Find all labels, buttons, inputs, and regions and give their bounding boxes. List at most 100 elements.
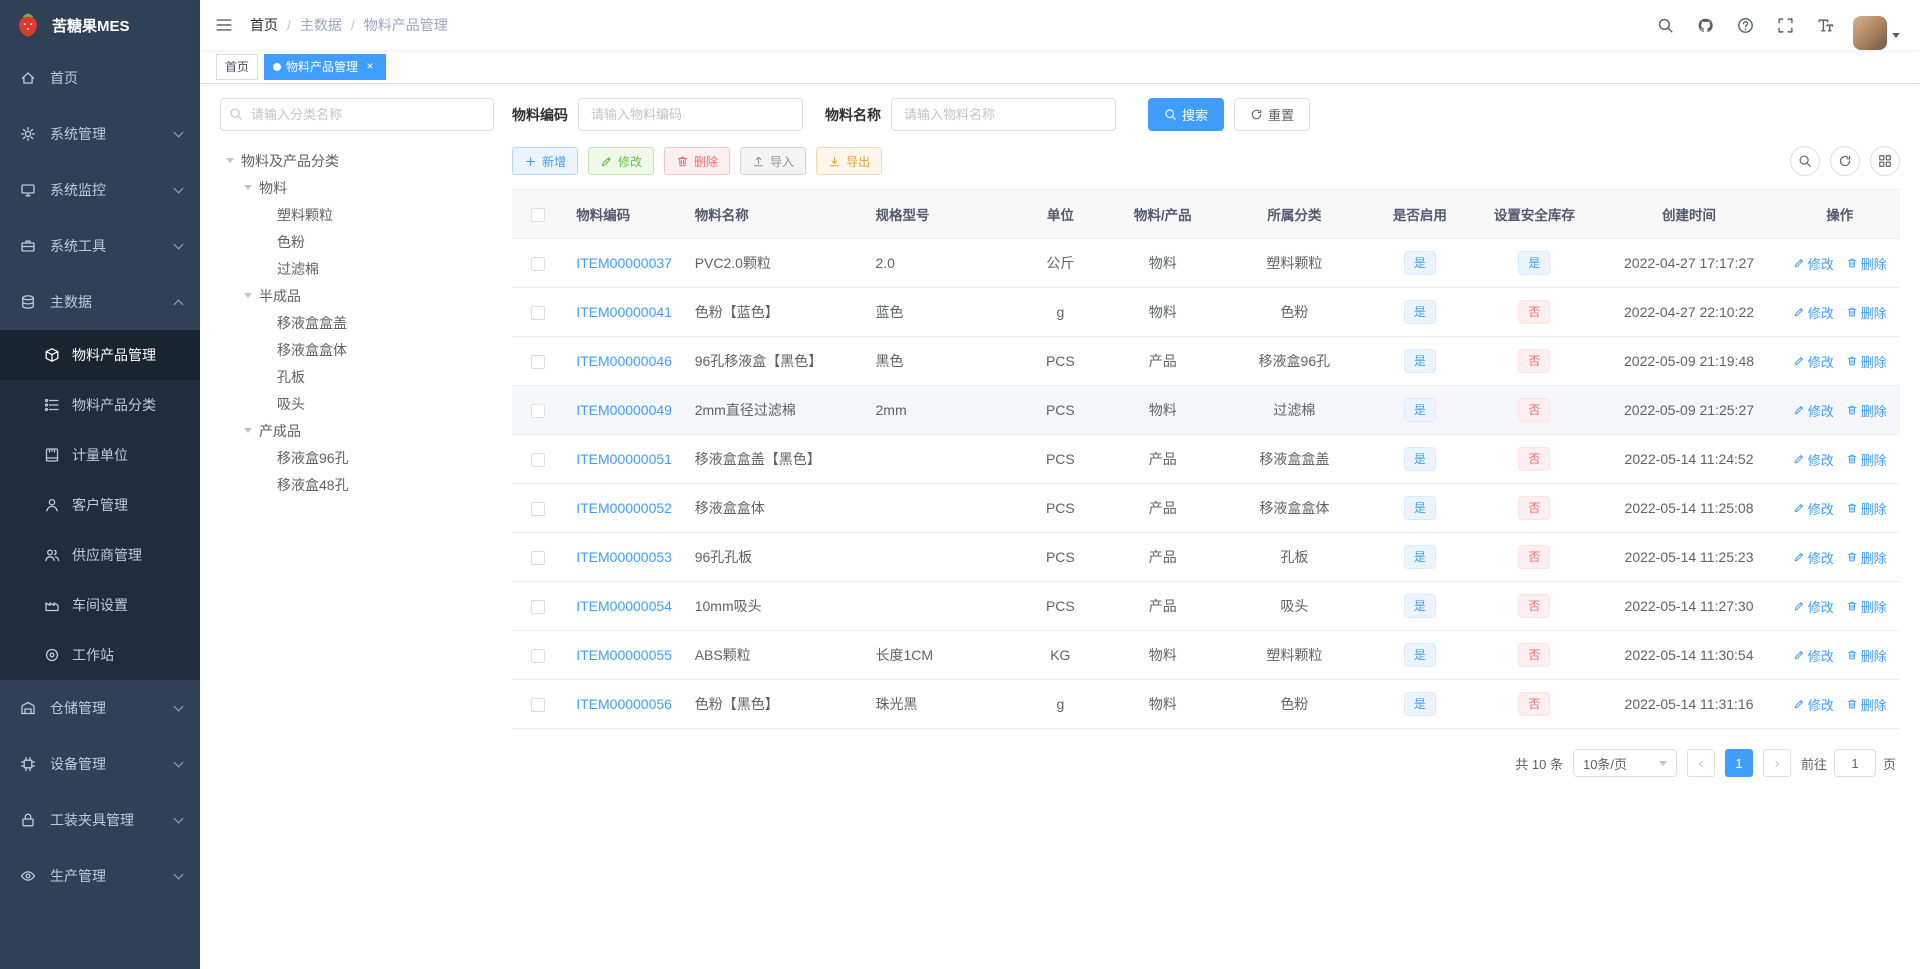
header-search-button[interactable] <box>1647 0 1683 50</box>
tree-node[interactable]: 移液盒盒盖 <box>220 309 494 336</box>
material-code-link[interactable]: ITEM00000046 <box>576 353 672 369</box>
close-icon[interactable]: × <box>363 59 377 74</box>
breadcrumb-item[interactable]: 首页 <box>250 15 278 35</box>
row-checkbox[interactable] <box>531 649 546 664</box>
sidebar-item-customer-mgmt[interactable]: 客户管理 <box>0 480 200 530</box>
delete-row-button[interactable]: 删除 <box>1846 450 1887 469</box>
edit-button[interactable]: 修改 <box>588 147 655 175</box>
export-button[interactable]: 导出 <box>816 147 883 175</box>
row-checkbox[interactable] <box>531 502 546 517</box>
page-1-button[interactable]: 1 <box>1724 749 1753 777</box>
delete-row-button[interactable]: 删除 <box>1846 303 1887 322</box>
tree-node[interactable]: 移液盒48孔 <box>220 471 494 498</box>
table-row[interactable]: ITEM00000051 移液盒盒盖【黑色】 PCS 产品 移液盒盒盖 是 否 2022-05… <box>512 434 1900 484</box>
sidebar-item-workshop-setup[interactable]: 车间设置 <box>0 580 200 630</box>
user-avatar[interactable] <box>1847 0 1906 50</box>
sidebar-item-measure-unit[interactable]: 计量单位 <box>0 430 200 480</box>
select-all-checkbox[interactable] <box>531 207 546 222</box>
row-checkbox[interactable] <box>531 600 546 615</box>
sidebar-item-material-product-category[interactable]: 物料产品分类 <box>0 380 200 430</box>
material-code-link[interactable]: ITEM00000049 <box>576 402 672 418</box>
sidebar-item-system-monitor[interactable]: 系统监控 <box>0 162 200 218</box>
delete-row-button[interactable]: 删除 <box>1846 499 1887 518</box>
delete-row-button[interactable]: 删除 <box>1846 695 1887 714</box>
table-row[interactable]: ITEM00000056 色粉【黑色】 珠光黑 g 物料 色粉 是 否 2022-05-14 1… <box>512 679 1900 729</box>
column-settings-button[interactable] <box>1870 146 1900 176</box>
sidebar-item-master-data[interactable]: 主数据 <box>0 274 200 330</box>
import-button[interactable]: 导入 <box>740 147 807 175</box>
sidebar-item-workstation[interactable]: 工作站 <box>0 630 200 680</box>
material-code-link[interactable]: ITEM00000054 <box>576 598 672 614</box>
delete-row-button[interactable]: 删除 <box>1846 401 1887 420</box>
tree-node[interactable]: 移液盒96孔 <box>220 444 494 471</box>
view-tag[interactable]: 物料产品管理 × <box>264 53 387 80</box>
toggle-search-button[interactable] <box>1790 146 1820 176</box>
edit-row-button[interactable]: 修改 <box>1793 450 1834 469</box>
table-row[interactable]: ITEM00000037 PVC2.0颗粒 2.0 公斤 物料 塑料颗粒 是 是 2022-04… <box>512 238 1900 288</box>
sidebar-item-device-mgmt[interactable]: 设备管理 <box>0 736 200 792</box>
view-tag[interactable]: 首页 <box>216 53 259 80</box>
sidebar-item-system-admin[interactable]: 系统管理 <box>0 106 200 162</box>
sidebar-item-supplier-mgmt[interactable]: 供应商管理 <box>0 530 200 580</box>
material-code-link[interactable]: ITEM00000037 <box>576 255 672 271</box>
delete-row-button[interactable]: 删除 <box>1846 548 1887 567</box>
tree-node[interactable]: 半成品 <box>220 282 494 309</box>
sidebar-item-home[interactable]: 首页 <box>0 50 200 106</box>
tree-node[interactable]: 过滤棉 <box>220 255 494 282</box>
search-button[interactable]: 搜索 <box>1148 98 1225 131</box>
tree-node[interactable]: 移液盒盒体 <box>220 336 494 363</box>
table-row[interactable]: ITEM00000053 96孔孔板 PCS 产品 孔板 是 否 2022-05-14 11:… <box>512 532 1900 582</box>
edit-row-button[interactable]: 修改 <box>1793 548 1834 567</box>
table-row[interactable]: ITEM00000055 ABS颗粒 长度1CM KG 物料 塑料颗粒 是 否 2022-05-… <box>512 630 1900 680</box>
hamburger-icon[interactable] <box>200 0 248 50</box>
tree-node[interactable]: 孔板 <box>220 363 494 390</box>
row-checkbox[interactable] <box>531 453 546 468</box>
material-code-link[interactable]: ITEM00000052 <box>576 500 672 516</box>
tree-node[interactable]: 吸头 <box>220 390 494 417</box>
row-checkbox[interactable] <box>531 404 546 419</box>
page-size-select[interactable]: 10条/页 <box>1572 749 1677 777</box>
edit-row-button[interactable]: 修改 <box>1793 695 1834 714</box>
material-code-link[interactable]: ITEM00000056 <box>576 696 672 712</box>
table-row[interactable]: ITEM00000046 96孔移液盒【黑色】 黑色 PCS 产品 移液盒96孔 是 否 202… <box>512 336 1900 386</box>
prev-page-button[interactable]: ‹ <box>1686 749 1715 777</box>
sidebar-item-fixture-mgmt[interactable]: 工装夹具管理 <box>0 792 200 848</box>
row-checkbox[interactable] <box>531 698 546 713</box>
fullscreen-button[interactable] <box>1767 0 1803 50</box>
tree-node[interactable]: 物料及产品分类 <box>220 147 494 174</box>
edit-row-button[interactable]: 修改 <box>1793 597 1834 616</box>
material-code-link[interactable]: ITEM00000055 <box>576 647 672 663</box>
table-row[interactable]: ITEM00000054 10mm吸头 PCS 产品 吸头 是 否 2022-05-14 11… <box>512 581 1900 631</box>
row-checkbox[interactable] <box>531 257 546 272</box>
edit-row-button[interactable]: 修改 <box>1793 401 1834 420</box>
refresh-table-button[interactable] <box>1830 146 1860 176</box>
table-row[interactable]: ITEM00000049 2mm直径过滤棉 2mm PCS 物料 过滤棉 是 否 2022-05… <box>512 385 1900 435</box>
help-button[interactable] <box>1727 0 1763 50</box>
tree-node[interactable]: 产成品 <box>220 417 494 444</box>
font-size-button[interactable] <box>1807 0 1843 50</box>
delete-button[interactable]: 删除 <box>664 147 731 175</box>
row-checkbox[interactable] <box>531 306 546 321</box>
reset-button[interactable]: 重置 <box>1234 98 1311 131</box>
tree-node[interactable]: 塑料颗粒 <box>220 201 494 228</box>
edit-row-button[interactable]: 修改 <box>1793 303 1834 322</box>
table-row[interactable]: ITEM00000052 移液盒盒体 PCS 产品 移液盒盒体是否 2022-05-14 … <box>512 483 1900 533</box>
next-page-button[interactable]: › <box>1762 749 1791 777</box>
tree-node[interactable]: 色粉 <box>220 228 494 255</box>
category-search-input[interactable] <box>220 98 494 131</box>
tree-node[interactable]: 物料 <box>220 174 494 201</box>
material-code-link[interactable]: ITEM00000051 <box>576 451 672 467</box>
edit-row-button[interactable]: 修改 <box>1793 499 1834 518</box>
delete-row-button[interactable]: 删除 <box>1846 352 1887 371</box>
edit-row-button[interactable]: 修改 <box>1793 646 1834 665</box>
material-name-input[interactable] <box>891 98 1116 131</box>
sidebar-item-warehouse-mgmt[interactable]: 仓储管理 <box>0 680 200 736</box>
edit-row-button[interactable]: 修改 <box>1793 352 1834 371</box>
sidebar-item-material-product-mgmt[interactable]: 物料产品管理 <box>0 330 200 380</box>
github-link[interactable] <box>1687 0 1723 50</box>
sidebar-item-production-mgmt[interactable]: 生产管理 <box>0 848 200 904</box>
delete-row-button[interactable]: 删除 <box>1846 646 1887 665</box>
app-logo[interactable]: 苦糖果MES <box>0 0 200 50</box>
material-code-input[interactable] <box>578 98 803 131</box>
delete-row-button[interactable]: 删除 <box>1846 597 1887 616</box>
